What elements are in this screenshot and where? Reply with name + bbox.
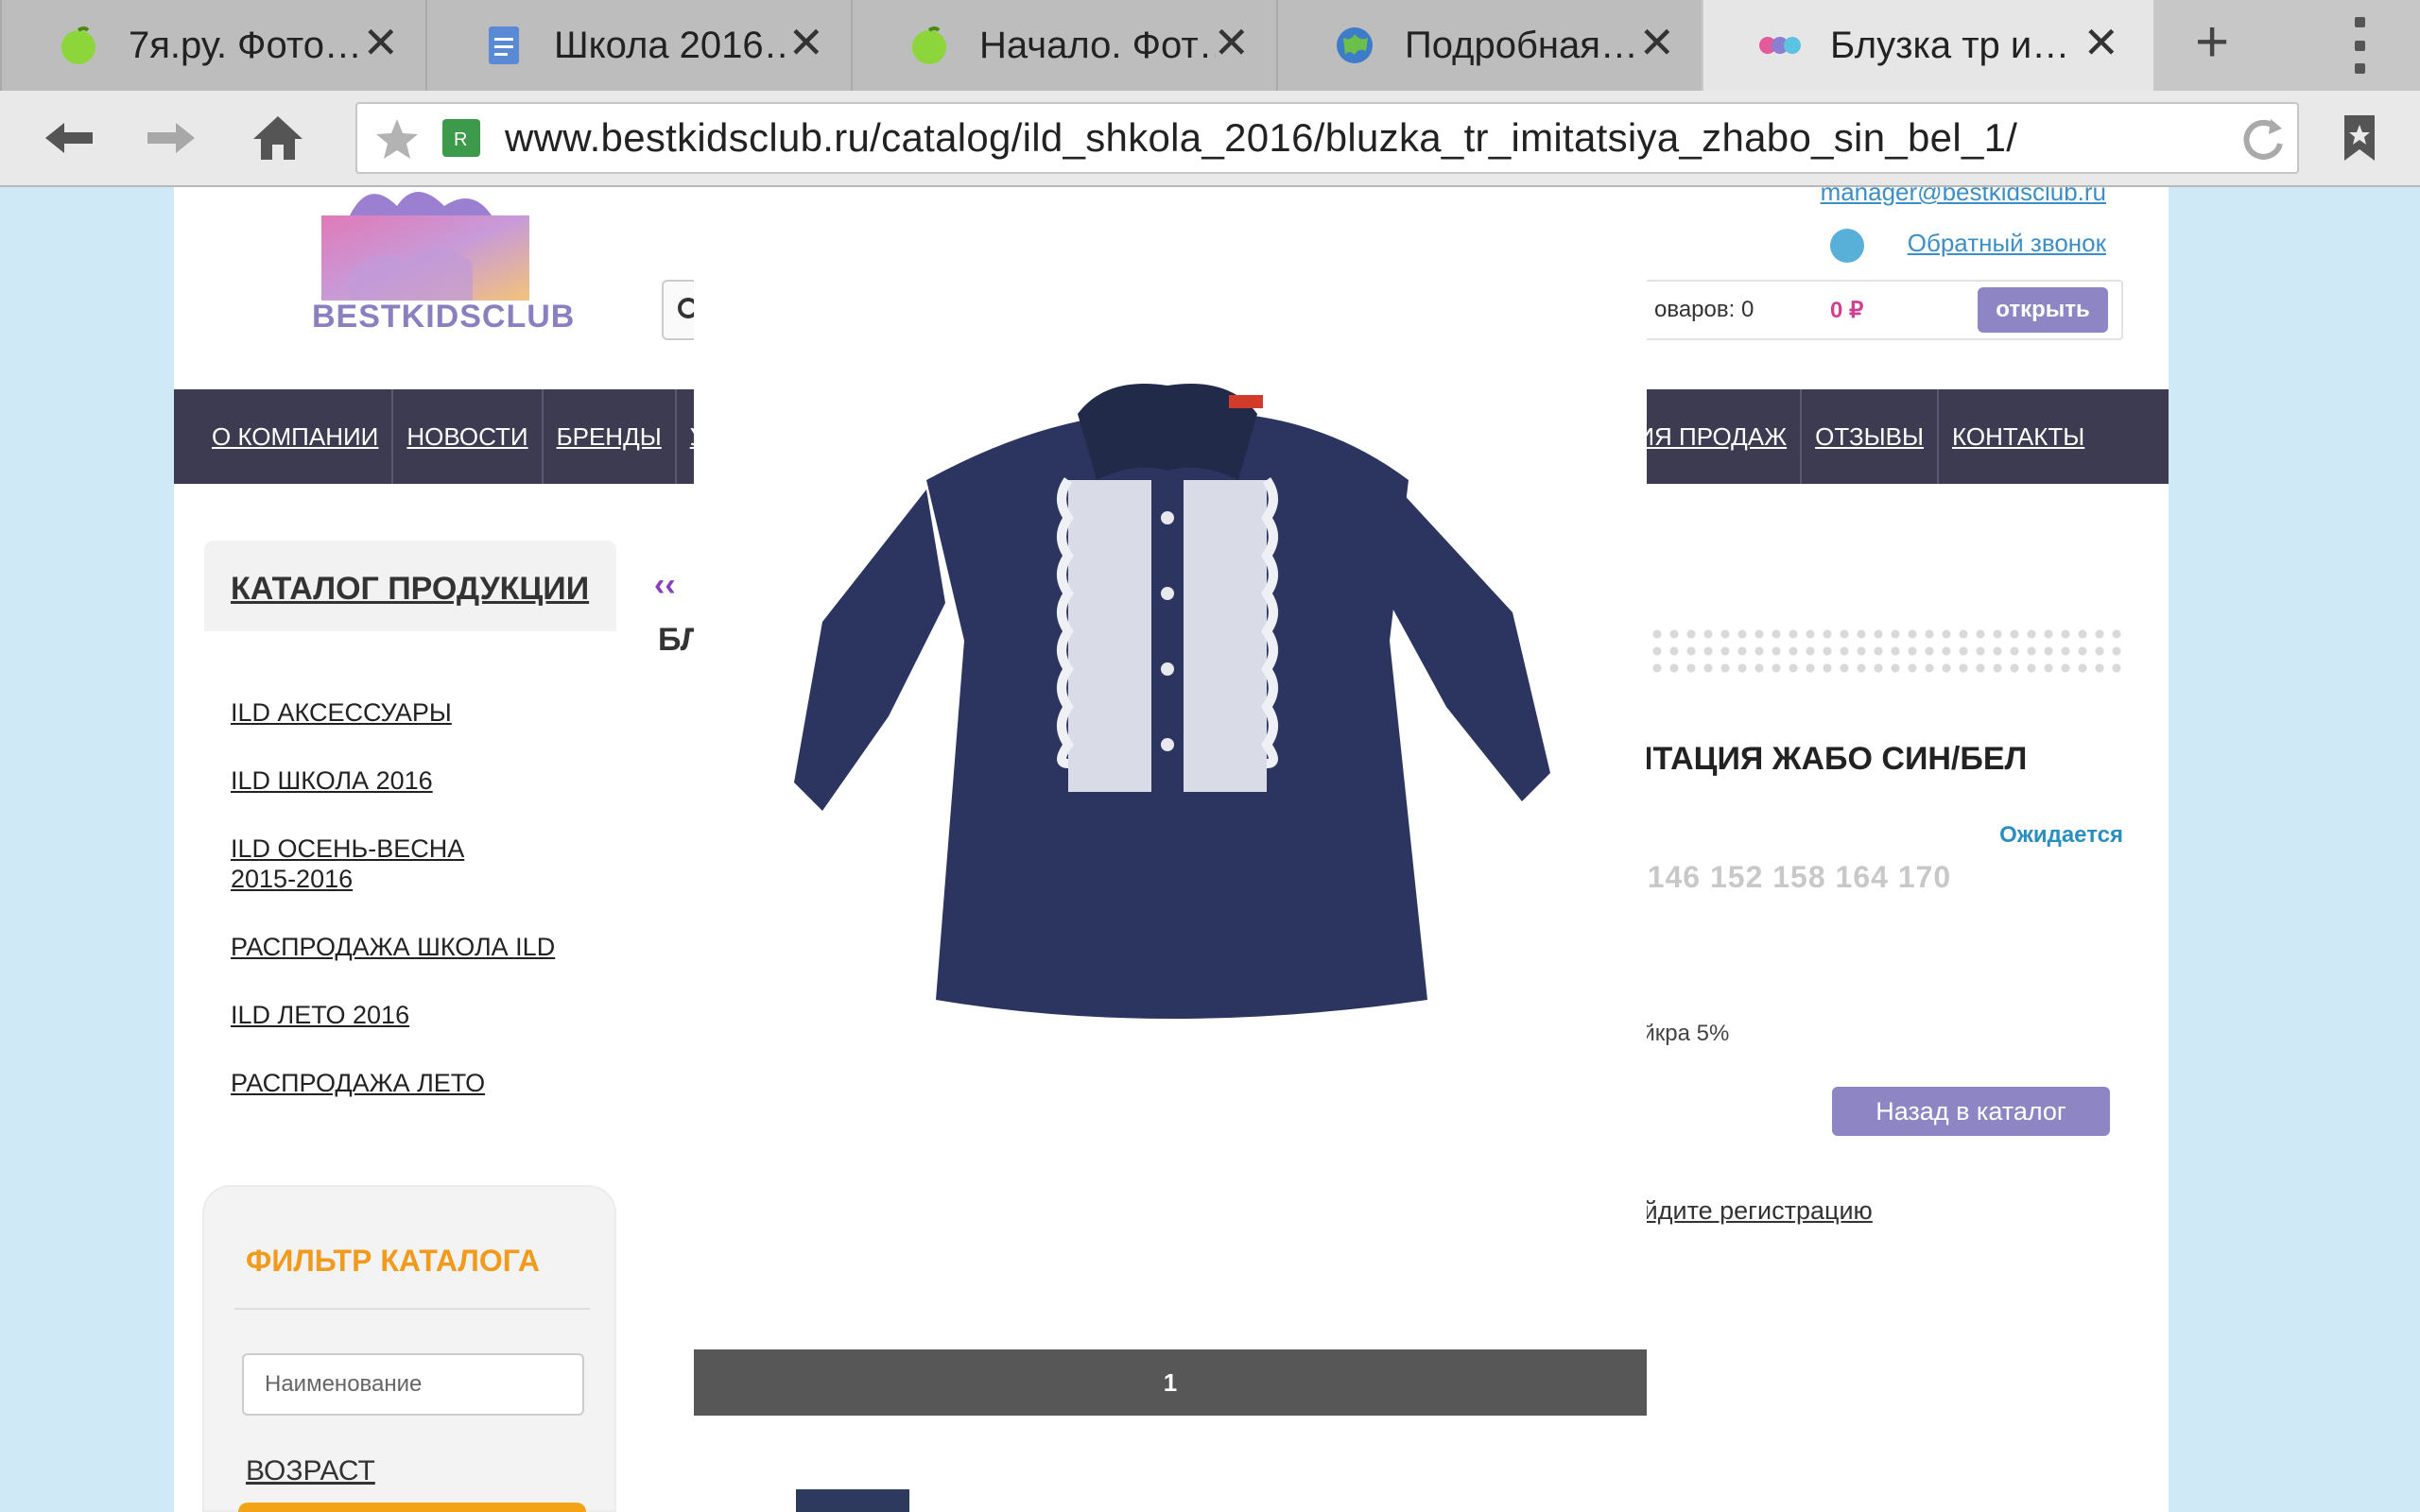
tab-title: Школа 2016… [554, 24, 790, 66]
browser-tab-strip: 7я.ру. Фото… ✕ Школа 2016… ✕ Начало. Фот… [0, 0, 2420, 91]
tab-title: 7я.ру. Фото… [129, 24, 362, 66]
back-to-catalog-button[interactable]: Назад в каталог [1832, 1087, 2110, 1136]
catalog-item[interactable]: ILD ШКОЛА 2016 [231, 765, 599, 796]
bookmark-star-icon[interactable] [374, 117, 420, 165]
new-tab-button[interactable]: + [2195, 13, 2229, 72]
bookmark-icon[interactable] [2329, 110, 2390, 166]
globe-icon [1333, 24, 1376, 67]
phone-icon [1830, 229, 1864, 263]
catalog-item[interactable]: ILD ОСЕНЬ-ВЕСНА 2015-2016 [231, 833, 533, 894]
svg-text:R: R [454, 129, 467, 150]
email-link[interactable]: manager@bestkidsclub.ru [1821, 187, 2106, 207]
catalog-item[interactable]: РАСПРОДАЖА ЛЕТО [231, 1068, 599, 1098]
browser-tab-3[interactable]: Начало. Фот… ✕ [851, 0, 1284, 91]
catalog-header: КАТАЛОГ ПРОДУКЦИИ [204, 541, 616, 631]
name-filter-input[interactable]: Наименование [242, 1353, 584, 1416]
cart-open-button[interactable]: открыть [1978, 287, 2108, 333]
tab-title: Блузка тр и… [1830, 24, 2066, 66]
callback-link[interactable]: Обратный звонок [1908, 229, 2106, 258]
catalog-filter: ФИЛЬТР КАТАЛОГА Наименование ВОЗРАСТ [202, 1185, 616, 1512]
close-icon[interactable]: ✕ [1213, 21, 1250, 64]
green-apple-icon [57, 24, 100, 67]
tab-title: Подробная… [1405, 24, 1638, 66]
nav-item-brands[interactable]: БРЕНДЫ [541, 389, 675, 484]
browser-tab-1[interactable]: 7я.ру. Фото… ✕ [0, 0, 433, 91]
reload-icon[interactable] [2238, 115, 2288, 169]
product-thumbnail[interactable] [796, 1489, 909, 1512]
lightbox-footer: 1 [694, 1349, 1647, 1416]
nav-item-about[interactable]: О КОМПАНИИ [199, 389, 391, 484]
address-bar[interactable]: R www.bestkidsclub.ru/catalog/ild_shkola… [355, 102, 2299, 174]
close-icon[interactable]: ✕ [362, 21, 399, 64]
back-arrows-icon[interactable]: ‹‹ [654, 567, 676, 604]
cart-sum: 0 ₽ [1830, 297, 1863, 324]
nav-item-news[interactable]: НОВОСТИ [391, 389, 541, 484]
cart-sum-value: 0 [1830, 298, 1843, 323]
cart-count: оваров: 0 [1654, 297, 1754, 322]
back-arrow-icon[interactable] [38, 110, 98, 166]
forward-arrow-icon[interactable] [142, 110, 202, 166]
colored-dots-icon [1758, 24, 1802, 67]
dotted-divider [1649, 626, 2123, 675]
logo-wordmark: BESTKIDSCLUB [312, 299, 576, 335]
image-counter[interactable]: 1 [694, 1368, 1647, 1398]
overflow-menu-icon[interactable] [2348, 17, 2371, 74]
home-icon[interactable] [248, 110, 308, 166]
stock-status: Ожидается [1999, 822, 2123, 848]
product-image[interactable] [785, 376, 1579, 1057]
size-list[interactable]: 0 146 152 158 164 170 [1620, 860, 1951, 895]
catalog-item[interactable]: ILD АКСЕССУАРЫ [231, 697, 599, 728]
url-text: www.bestkidsclub.ru/catalog/ild_shkola_2… [505, 115, 2018, 160]
catalog-title[interactable]: КАТАЛОГ ПРОДУКЦИИ [231, 571, 589, 608]
age-filter-label[interactable]: ВОЗРАСТ [246, 1455, 375, 1487]
browser-toolbar: R www.bestkidsclub.ru/catalog/ild_shkola… [0, 91, 2420, 187]
tab-title: Начало. Фот… [979, 24, 1216, 66]
close-icon[interactable]: ✕ [787, 21, 824, 64]
filter-title: ФИЛЬТР КАТАЛОГА [246, 1244, 540, 1278]
close-icon[interactable]: ✕ [1638, 21, 1675, 64]
currency-icon: ₽ [1849, 298, 1864, 323]
nav-item-contacts[interactable]: КОНТАКТЫ [1937, 389, 2098, 484]
green-apple-icon [908, 24, 951, 67]
site-favicon-icon: R [441, 117, 482, 163]
age-range-slider[interactable] [238, 1503, 586, 1512]
browser-tab-4[interactable]: Подробная… ✕ [1276, 0, 1709, 91]
document-icon [482, 24, 526, 67]
product-title: ИТАЦИЯ ЖАБО СИН/БЕЛ [1630, 741, 2028, 777]
cart-widget: оваров: 0 0 ₽ открыть [1639, 280, 2123, 340]
image-lightbox [694, 187, 1647, 1416]
browser-tab-2[interactable]: Школа 2016… ✕ [425, 0, 858, 91]
catalog-item[interactable]: РАСПРОДАЖА ШКОЛА ILD [231, 932, 599, 962]
close-icon[interactable]: ✕ [2083, 21, 2119, 64]
nav-item-reviews[interactable]: ОТЗЫВЫ [1800, 389, 1937, 484]
browser-tab-5-active[interactable]: Блузка тр и… ✕ [1702, 0, 2153, 91]
catalog-item[interactable]: ILD ЛЕТО 2016 [231, 1000, 599, 1030]
divider [234, 1308, 590, 1310]
catalog-list: ILD АКСЕССУАРЫ ILD ШКОЛА 2016 ILD ОСЕНЬ-… [231, 697, 599, 1136]
